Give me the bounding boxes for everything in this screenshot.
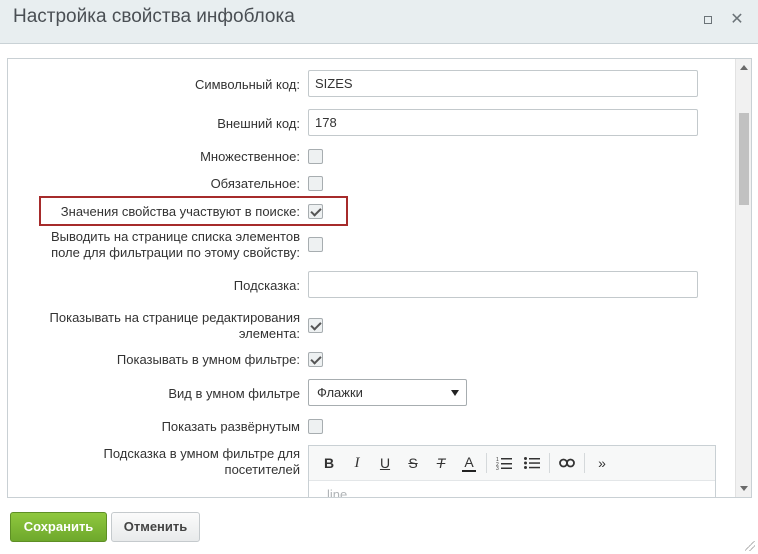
smart-view-select[interactable]: Флажки bbox=[308, 379, 467, 406]
smart-filter-checkbox[interactable] bbox=[308, 352, 323, 367]
hint-label: Подсказка: bbox=[233, 278, 300, 293]
cancel-button[interactable]: Отменить bbox=[111, 512, 200, 542]
show-edit-label-line1: Показывать на странице редактирования bbox=[49, 310, 300, 325]
link-icon[interactable] bbox=[553, 450, 581, 476]
close-icon[interactable]: ✕ bbox=[729, 12, 745, 28]
xml-id-label: Внешний код: bbox=[217, 116, 300, 131]
svg-text:3: 3 bbox=[496, 466, 499, 470]
toolbar-separator bbox=[549, 453, 550, 473]
multiple-label: Множественное: bbox=[200, 149, 300, 164]
editor-toolbar: B I U S T A 123 » bbox=[309, 446, 715, 481]
xml-id-input[interactable]: 178 bbox=[308, 109, 698, 136]
ordered-list-icon[interactable]: 123 bbox=[490, 450, 518, 476]
form-scroll-area: Символьный код: SIZES Внешний код: 178 М… bbox=[8, 59, 736, 497]
dialog-title: Настройка свойства инфоблока bbox=[13, 6, 295, 27]
bold-button[interactable]: B bbox=[315, 450, 343, 476]
filtrable-label-line2: поле для фильтрации по этому свойству: bbox=[51, 245, 300, 260]
smart-filter-label: Показывать в умном фильтре: bbox=[116, 352, 300, 367]
smart-hint-label-line2: посетителей bbox=[224, 462, 300, 477]
smart-view-label: Вид в умном фильтре bbox=[168, 386, 300, 401]
more-button[interactable]: » bbox=[588, 450, 616, 476]
required-label: Обязательное: bbox=[210, 176, 300, 191]
multiple-checkbox[interactable] bbox=[308, 149, 323, 164]
toolbar-separator bbox=[584, 453, 585, 473]
scroll-down-icon[interactable] bbox=[740, 486, 748, 491]
save-button[interactable]: Сохранить bbox=[10, 512, 107, 542]
filtrable-checkbox[interactable] bbox=[308, 237, 323, 252]
expanded-label: Показать развёрнутым bbox=[161, 419, 300, 434]
bullet-list-icon[interactable] bbox=[518, 450, 546, 476]
clear-format-button[interactable]: T bbox=[427, 450, 455, 476]
searchable-label: Значения свойства участвуют в поиске: bbox=[60, 204, 300, 219]
toolbar-separator bbox=[486, 453, 487, 473]
scroll-up-icon[interactable] bbox=[740, 65, 748, 70]
hint-input[interactable] bbox=[308, 271, 698, 298]
maximize-icon[interactable] bbox=[700, 12, 716, 28]
show-edit-label-line2: элемента: bbox=[238, 326, 300, 341]
filtrable-label-line1: Выводить на странице списка элементов bbox=[51, 229, 300, 244]
expanded-checkbox[interactable] bbox=[308, 419, 323, 434]
strike-button[interactable]: S bbox=[399, 450, 427, 476]
editor-body[interactable]: line bbox=[309, 481, 715, 497]
show-edit-checkbox[interactable] bbox=[308, 318, 323, 333]
searchable-checkbox[interactable] bbox=[308, 204, 323, 219]
scrollbar-thumb[interactable] bbox=[739, 113, 749, 205]
chevron-down-icon bbox=[451, 390, 459, 396]
required-checkbox[interactable] bbox=[308, 176, 323, 191]
smart-view-value: Флажки bbox=[317, 385, 363, 400]
vertical-scrollbar[interactable] bbox=[735, 59, 751, 497]
form-panel: Символьный код: SIZES Внешний код: 178 М… bbox=[7, 58, 752, 498]
code-label: Символьный код: bbox=[194, 77, 300, 92]
dialog-titlebar: Настройка свойства инфоблока ✕ bbox=[0, 0, 758, 44]
resize-grip-icon[interactable] bbox=[745, 541, 755, 551]
smart-hint-editor[interactable]: B I U S T A 123 » line bbox=[308, 445, 716, 497]
text-color-button[interactable]: A bbox=[462, 454, 476, 472]
code-input[interactable]: SIZES bbox=[308, 70, 698, 97]
italic-button[interactable]: I bbox=[343, 450, 371, 476]
smart-hint-label-line1: Подсказка в умном фильтре для bbox=[103, 446, 300, 461]
underline-button[interactable]: U bbox=[371, 450, 399, 476]
